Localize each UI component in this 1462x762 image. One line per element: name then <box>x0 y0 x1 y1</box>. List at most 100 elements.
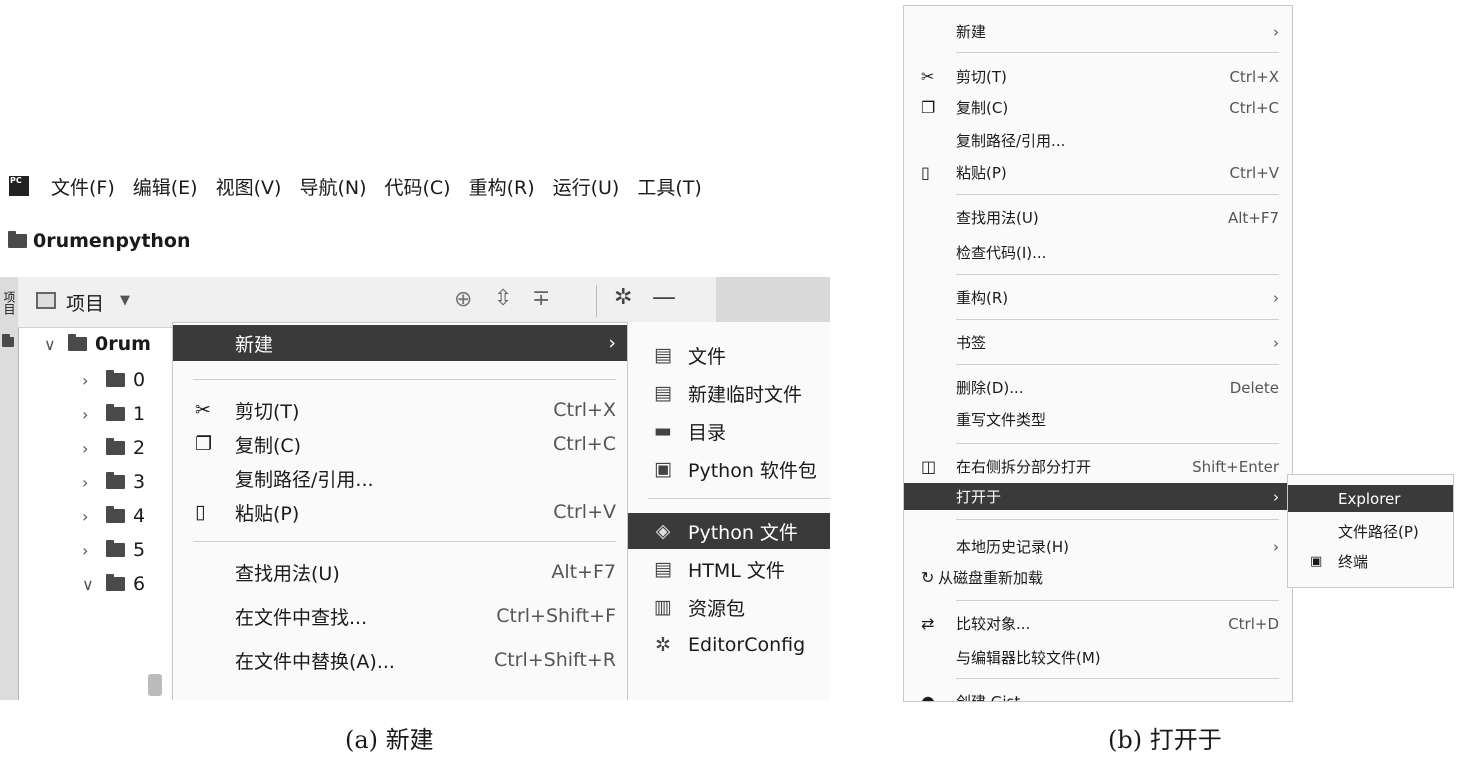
menu-item-open-in[interactable]: 打开于 › <box>904 483 1292 510</box>
submenu-item-explorer[interactable]: Explorer <box>1288 485 1453 512</box>
menu-item-label: 复制路径/引用... <box>956 132 1066 150</box>
submenu-item-label: 文件路径(P) <box>1338 523 1419 541</box>
chevron-right-icon[interactable]: › <box>82 439 106 458</box>
chevron-right-icon: › <box>1273 333 1279 352</box>
submenu-item-python-package[interactable]: ▣ Python 软件包 <box>628 451 830 487</box>
submenu-item-directory[interactable]: ▬ 目录 <box>628 413 830 449</box>
chevron-down-icon[interactable]: ▼ <box>120 293 130 308</box>
submenu-item-html-file[interactable]: ▤ HTML 文件 <box>628 551 830 587</box>
menu-item-open-right-split[interactable]: ◫ 在右侧拆分部分打开 Shift+Enter <box>904 453 1292 480</box>
submenu-item-python-file[interactable]: ◈ Python 文件 <box>628 513 830 549</box>
tree-row[interactable]: › 1 <box>82 397 145 431</box>
menu-item-new[interactable]: 新建 › <box>904 18 1292 45</box>
breadcrumb[interactable]: 0rumenpython <box>0 222 191 260</box>
chevron-right-icon: › <box>1273 487 1279 506</box>
menu-item-cut[interactable]: ✂ 剪切(T) Ctrl+X <box>173 393 628 427</box>
submenu-item-label: Explorer <box>1338 489 1401 508</box>
chevron-right-icon[interactable]: › <box>82 541 106 560</box>
tree-row[interactable]: › 3 <box>82 465 145 499</box>
submenu-item-label: HTML 文件 <box>688 559 785 582</box>
menu-item-label: 重写文件类型 <box>956 411 1047 429</box>
menu-edit[interactable]: 编辑(E) <box>133 173 198 200</box>
shortcut-label: Ctrl+Shift+F <box>496 605 616 627</box>
tree-row[interactable]: › 0 <box>82 363 145 397</box>
folder-icon <box>68 334 87 351</box>
menu-item-new[interactable]: 新建 › <box>173 325 628 361</box>
tree-root-row[interactable]: ∨ 0rum <box>44 327 151 361</box>
chevron-right-icon[interactable]: › <box>82 405 106 424</box>
menu-item-paste[interactable]: ▯ 粘贴(P) Ctrl+V <box>173 495 628 529</box>
submenu-item-label: 文件 <box>688 345 727 368</box>
context-menu-b: 新建 › ✂ 剪切(T) Ctrl+X ❐ 复制(C) Ctrl+C 复制路径/… <box>903 5 1293 702</box>
menu-separator <box>956 678 1279 679</box>
scissors-icon: ✂ <box>195 399 211 421</box>
chevron-down-icon[interactable]: ∨ <box>44 335 68 354</box>
menu-item-delete[interactable]: 删除(D)... Delete <box>904 374 1292 401</box>
menu-item-compare-with-editor[interactable]: 与编辑器比较文件(M) <box>904 644 1292 671</box>
chevron-right-icon[interactable]: › <box>82 371 106 390</box>
menu-item-inspect-code[interactable]: 检查代码(I)... <box>904 239 1292 266</box>
menu-file[interactable]: 文件(F) <box>51 173 115 200</box>
submenu-item-resource-bundle[interactable]: ▥ 资源包 <box>628 589 830 625</box>
menu-refactor[interactable]: 重构(R) <box>469 173 535 200</box>
github-icon: ● <box>921 692 935 702</box>
submenu-item-terminal[interactable]: ▣ 终端 <box>1288 548 1453 575</box>
menu-item-label: 从磁盘重新加载 <box>938 569 1044 587</box>
chevron-down-icon[interactable]: ∨ <box>82 575 106 594</box>
menu-separator <box>956 364 1279 365</box>
submenu-item-file-path[interactable]: 文件路径(P) <box>1288 518 1453 545</box>
menu-item-bookmarks[interactable]: 书签 › <box>904 329 1292 356</box>
chevron-right-icon[interactable]: › <box>82 507 106 526</box>
menu-item-label: 本地历史记录(H) <box>956 538 1069 556</box>
menu-item-copy-path[interactable]: 复制路径/引用... <box>904 127 1292 154</box>
menu-item-find-in-files[interactable]: 在文件中查找... Ctrl+Shift+F <box>173 599 628 633</box>
expand-all-icon[interactable]: ⇳ <box>494 286 512 311</box>
collapse-all-icon[interactable]: ∓ <box>532 286 550 311</box>
chevron-right-icon: › <box>608 332 616 354</box>
menu-item-override-file-type[interactable]: 重写文件类型 <box>904 406 1292 433</box>
menu-item-find-usages[interactable]: 查找用法(U) Alt+F7 <box>173 555 628 589</box>
tree-root-label: 0rum <box>95 333 151 355</box>
menu-item-copy[interactable]: ❐ 复制(C) Ctrl+C <box>904 94 1292 121</box>
gear-icon[interactable]: ✲ <box>614 285 632 310</box>
submenu-item-editorconfig[interactable]: ✲ EditorConfig <box>628 627 830 663</box>
menu-view[interactable]: 视图(V) <box>216 173 282 200</box>
tree-row[interactable]: ∨ 6 <box>82 567 145 601</box>
tree-row[interactable]: › 2 <box>82 431 145 465</box>
locate-target-icon[interactable]: ⊕ <box>454 287 472 312</box>
menu-item-find-usages[interactable]: 查找用法(U) Alt+F7 <box>904 204 1292 231</box>
menu-item-label: 检查代码(I)... <box>956 244 1047 262</box>
menu-tools[interactable]: 工具(T) <box>637 173 701 200</box>
menu-item-create-gist[interactable]: ● 创建 Gist... <box>904 688 1292 702</box>
menu-code[interactable]: 代码(C) <box>384 173 450 200</box>
menu-item-replace-in-files[interactable]: 在文件中替换(A)... Ctrl+Shift+R <box>173 643 628 677</box>
menu-navigate[interactable]: 导航(N) <box>299 173 366 200</box>
menu-item-label: 在右侧拆分部分打开 <box>956 458 1092 476</box>
menu-item-label: 在文件中替换(A)... <box>235 650 395 673</box>
chevron-right-icon[interactable]: › <box>82 473 106 492</box>
menu-item-refactor[interactable]: 重构(R) › <box>904 284 1292 311</box>
shortcut-label: Ctrl+V <box>553 501 616 523</box>
submenu-item-file[interactable]: ▤ 文件 <box>628 337 830 373</box>
project-tool-window-strip[interactable]: 项目 <box>0 277 19 700</box>
scissors-icon: ✂ <box>921 67 935 86</box>
gear-icon: ✲ <box>655 634 671 656</box>
menu-item-reload-from-disk[interactable]: ↻ 从磁盘重新加载 <box>904 564 1292 591</box>
caption-b: (b) 打开于 <box>1108 726 1222 754</box>
menu-item-compare-with[interactable]: ⇄ 比较对象... Ctrl+D <box>904 610 1292 637</box>
menu-separator <box>956 194 1279 195</box>
project-view-label[interactable]: 项目 <box>66 289 104 316</box>
tree-row[interactable]: › 4 <box>82 499 145 533</box>
menu-item-local-history[interactable]: 本地历史记录(H) › <box>904 533 1292 560</box>
menu-item-label: 创建 Gist... <box>956 693 1035 702</box>
tree-row[interactable]: › 5 <box>82 533 145 567</box>
menu-item-paste[interactable]: ▯ 粘贴(P) Ctrl+V <box>904 159 1292 186</box>
menu-run[interactable]: 运行(U) <box>553 173 620 200</box>
minimize-icon[interactable]: — <box>652 283 676 311</box>
menu-item-copy-path[interactable]: 复制路径/引用... <box>173 461 628 495</box>
submenu-item-scratch-file[interactable]: ▤ 新建临时文件 <box>628 375 830 411</box>
context-menu: 新建 › ✂ 剪切(T) Ctrl+X ❐ 复制(C) Ctrl+C 复制路径/… <box>172 322 629 700</box>
side-tab-project[interactable]: 项目 <box>2 291 16 315</box>
menu-item-cut[interactable]: ✂ 剪切(T) Ctrl+X <box>904 63 1292 90</box>
menu-item-copy[interactable]: ❐ 复制(C) Ctrl+C <box>173 427 628 461</box>
